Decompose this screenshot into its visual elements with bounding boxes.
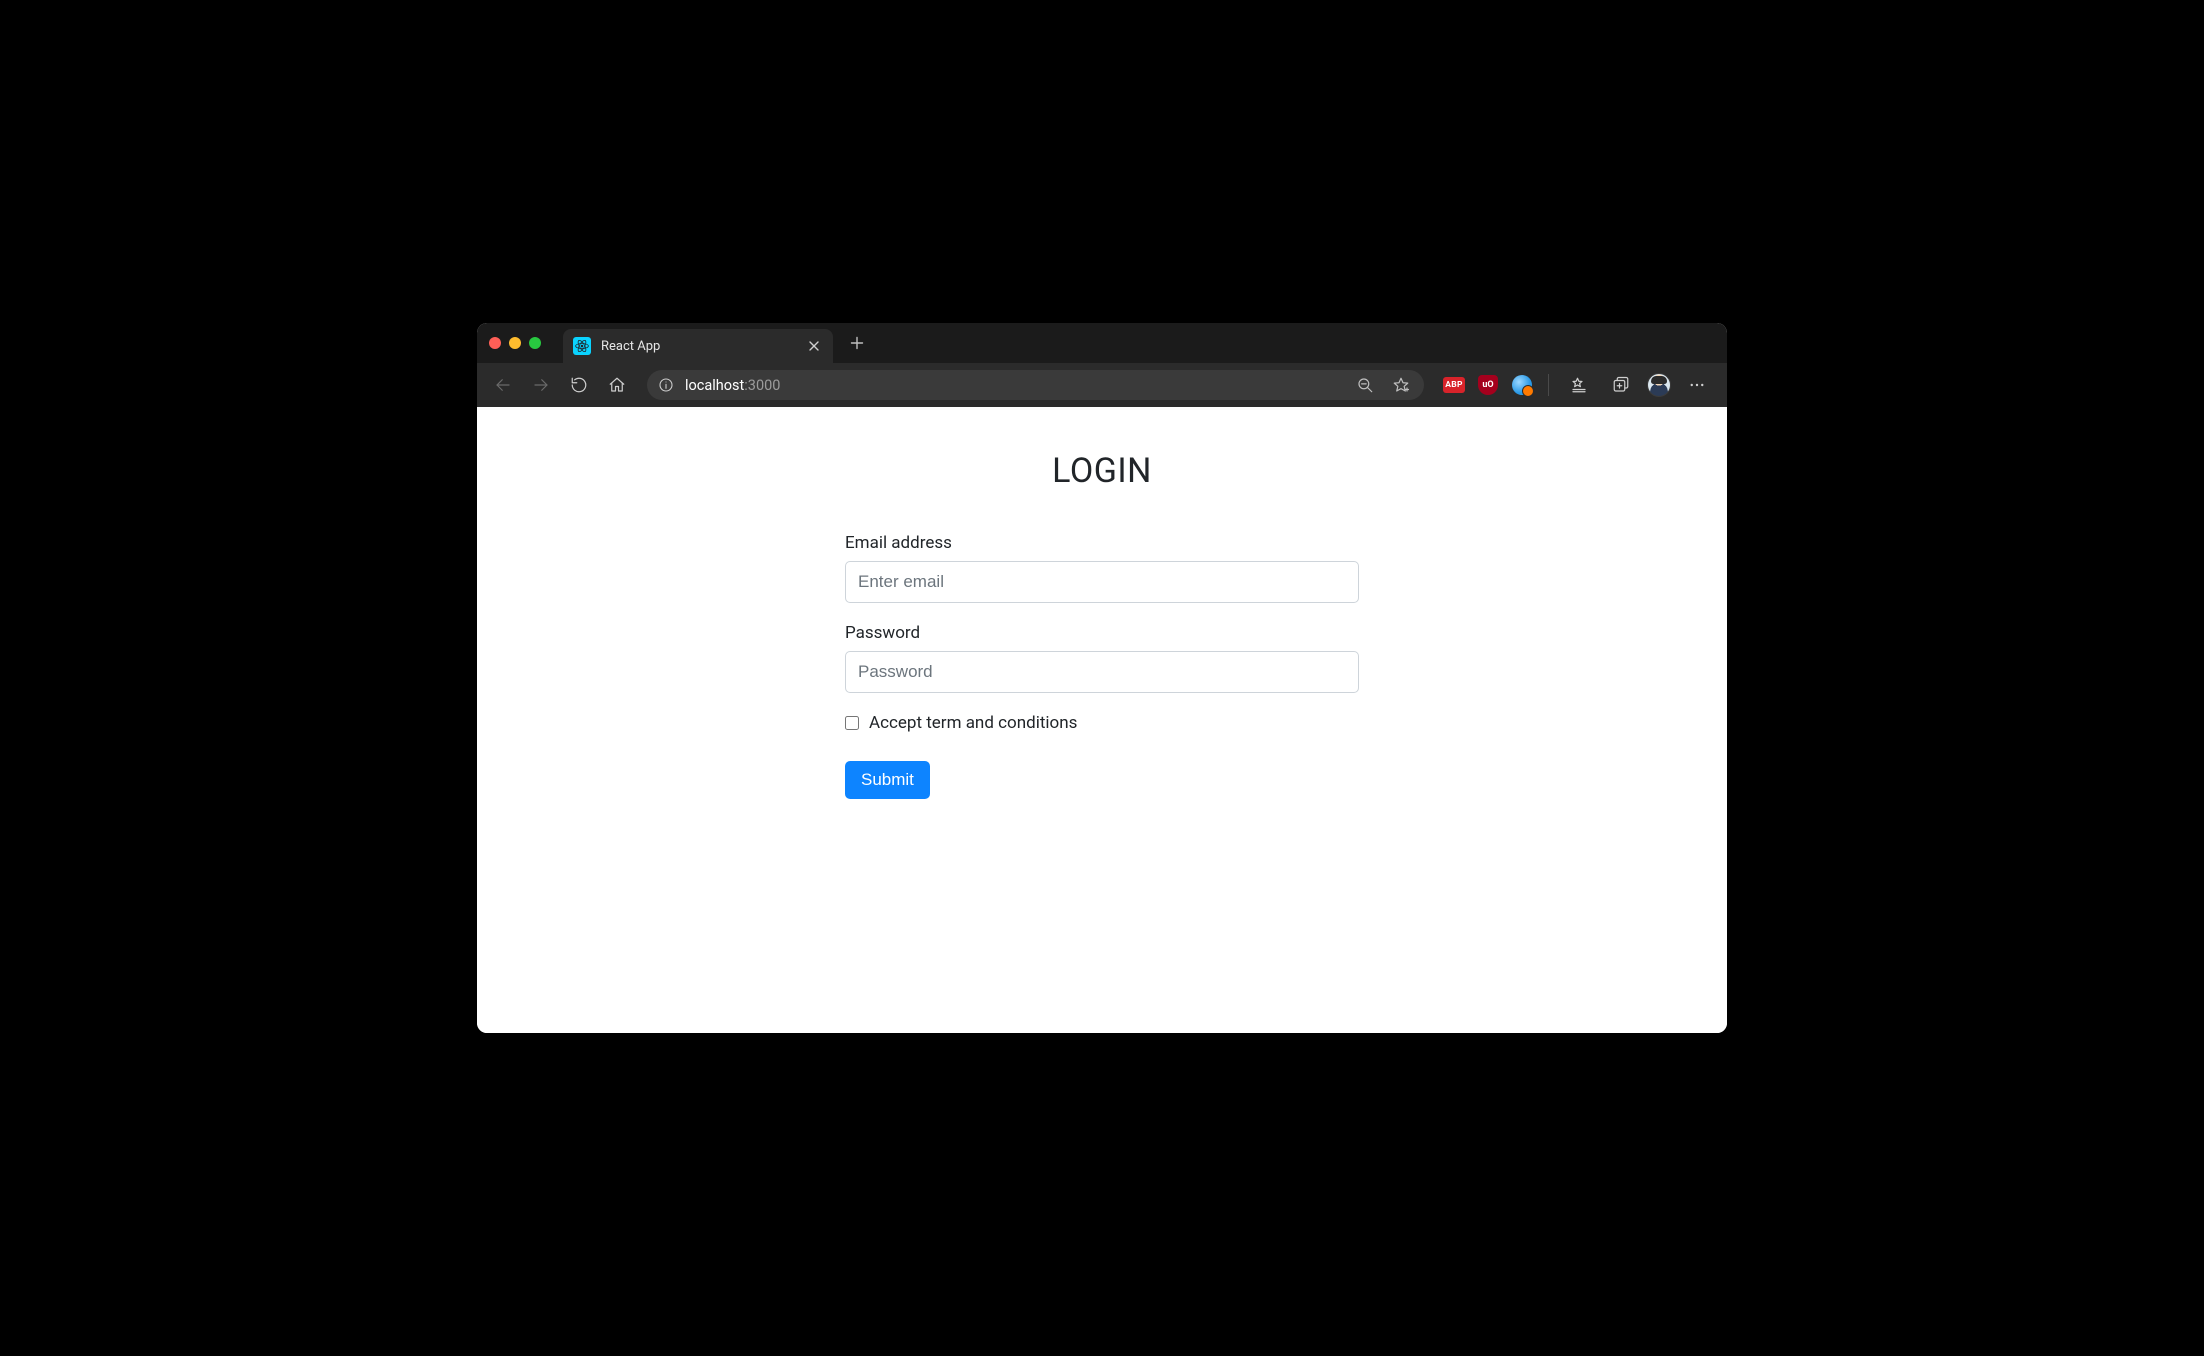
address-bar[interactable]: localhost:3000 <box>647 370 1424 400</box>
url-host: localhost <box>685 377 744 394</box>
password-label: Password <box>845 623 1359 643</box>
terms-checkbox[interactable] <box>845 716 859 730</box>
password-group: Password <box>845 623 1359 693</box>
terms-group: Accept term and conditions <box>845 713 1359 733</box>
abp-badge: ABP <box>1443 377 1465 393</box>
browser-toolbar: localhost:3000 ABP uO <box>477 363 1727 407</box>
toolbar-separator <box>1548 374 1549 396</box>
new-tab-button[interactable] <box>843 329 871 357</box>
window-minimize-button[interactable] <box>509 337 521 349</box>
tab-strip: React App <box>477 323 1727 363</box>
extensions-area: ABP uO <box>1436 369 1719 401</box>
abp-extension-icon[interactable]: ABP <box>1440 371 1468 399</box>
page-title: LOGIN <box>845 451 1359 491</box>
zoom-out-icon[interactable] <box>1352 372 1378 398</box>
tab-title: React App <box>601 339 805 354</box>
collections-icon[interactable] <box>1603 369 1639 401</box>
ublock-badge: uO <box>1478 375 1498 395</box>
window-controls <box>483 337 549 349</box>
url-port: :3000 <box>744 377 780 394</box>
page-viewport: LOGIN Email address Password Accept term… <box>477 407 1727 1033</box>
window-maximize-button[interactable] <box>529 337 541 349</box>
password-input[interactable] <box>845 651 1359 693</box>
forward-button[interactable] <box>523 369 559 401</box>
tab-close-button[interactable] <box>805 337 823 355</box>
refresh-button[interactable] <box>561 369 597 401</box>
email-input[interactable] <box>845 561 1359 603</box>
email-label: Email address <box>845 533 1359 553</box>
more-menu-icon[interactable] <box>1679 369 1715 401</box>
favorite-icon[interactable] <box>1388 372 1414 398</box>
submit-button[interactable]: Submit <box>845 761 930 799</box>
favorites-list-icon[interactable] <box>1561 369 1597 401</box>
devtools-extension-icon[interactable] <box>1508 371 1536 399</box>
react-favicon-icon <box>573 337 591 355</box>
browser-window: React App <box>477 323 1727 1033</box>
login-form: LOGIN Email address Password Accept term… <box>845 407 1359 1033</box>
email-group: Email address <box>845 533 1359 603</box>
browser-tab[interactable]: React App <box>563 329 833 363</box>
home-button[interactable] <box>599 369 635 401</box>
window-close-button[interactable] <box>489 337 501 349</box>
profile-avatar[interactable] <box>1645 371 1673 399</box>
back-button[interactable] <box>485 369 521 401</box>
terms-label[interactable]: Accept term and conditions <box>869 713 1077 733</box>
url-text: localhost:3000 <box>685 377 1342 394</box>
ublock-extension-icon[interactable]: uO <box>1474 371 1502 399</box>
site-info-icon[interactable] <box>657 376 675 394</box>
